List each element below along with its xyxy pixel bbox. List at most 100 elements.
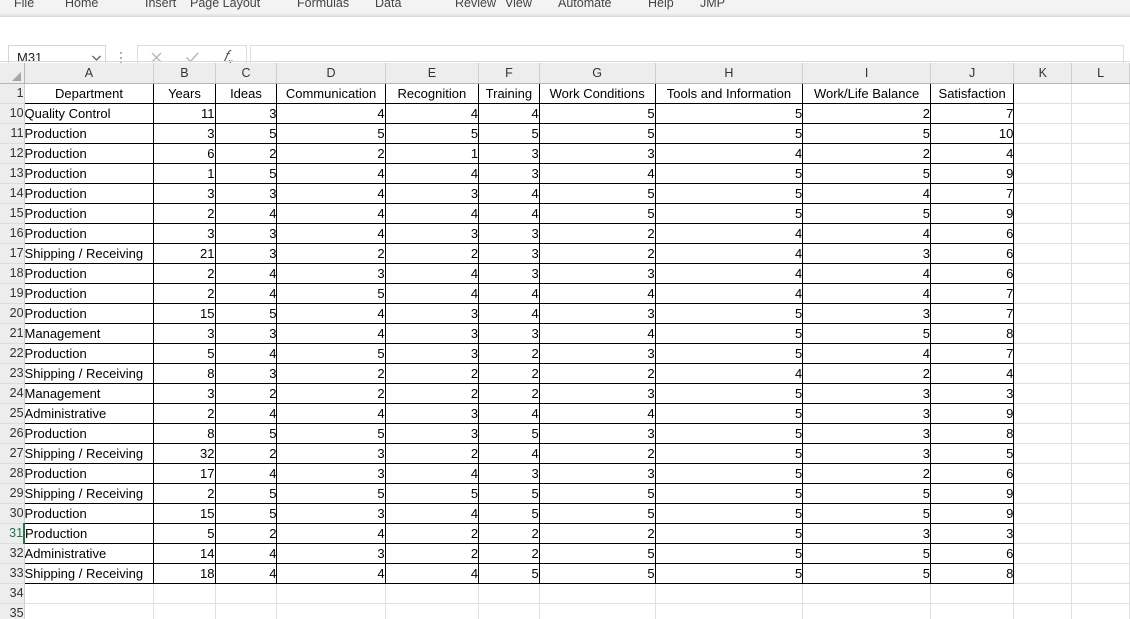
data-cell[interactable]: 2 [539,523,656,544]
data-cell[interactable]: 3 [802,443,931,464]
row-header-19[interactable]: 19 [0,283,25,304]
data-cell[interactable]: 6 [930,223,1015,244]
data-cell[interactable]: 5 [802,323,931,344]
data-cell[interactable]: 3 [153,223,216,244]
empty-cell[interactable] [1071,343,1130,364]
department-cell[interactable]: Production [23,463,155,484]
data-cell[interactable]: 4 [215,463,278,484]
data-cell[interactable]: 2 [215,523,278,544]
select-all-corner[interactable] [0,63,25,84]
data-cell[interactable]: 5 [655,383,804,404]
empty-cell[interactable] [276,583,386,604]
empty-cell[interactable] [478,603,540,619]
data-cell[interactable]: 4 [655,283,804,304]
row-header-11[interactable]: 11 [0,123,25,144]
data-cell[interactable]: 8 [153,363,216,384]
department-cell[interactable]: Management [23,383,155,404]
data-cell[interactable]: 3 [539,143,656,164]
data-cell[interactable]: 4 [539,283,656,304]
ribbon-tab-file[interactable]: File [14,0,34,14]
row-header-14[interactable]: 14 [0,183,25,204]
header-cell[interactable]: Training [478,82,540,104]
empty-cell[interactable] [1071,323,1130,344]
data-cell[interactable]: 5 [478,123,540,144]
data-cell[interactable]: 6 [930,463,1015,484]
data-cell[interactable]: 4 [215,343,278,364]
data-cell[interactable]: 5 [478,563,540,584]
row-header-28[interactable]: 28 [0,463,25,484]
row-header-31[interactable]: 31 [0,523,26,544]
data-cell[interactable]: 7 [930,303,1015,324]
empty-cell[interactable] [1013,383,1073,404]
data-cell[interactable]: 5 [655,203,804,224]
column-header-B[interactable]: B [153,63,216,84]
data-cell[interactable]: 3 [153,183,216,204]
data-cell[interactable]: 9 [930,403,1015,424]
row-header-24[interactable]: 24 [0,383,25,404]
empty-cell[interactable] [930,603,1015,619]
data-cell[interactable]: 5 [215,123,278,144]
data-cell[interactable]: 3 [215,103,278,124]
ribbon-tab-home[interactable]: Home [65,0,98,14]
empty-cell[interactable] [1071,483,1130,504]
data-cell[interactable]: 1 [153,163,216,184]
data-cell[interactable]: 4 [385,463,480,484]
data-cell[interactable]: 4 [215,543,278,564]
column-header-G[interactable]: G [539,63,656,84]
data-cell[interactable]: 5 [276,123,386,144]
ribbon-tab-automate[interactable]: Automate [558,0,612,14]
data-cell[interactable]: 4 [539,323,656,344]
data-cell[interactable]: 5 [655,323,804,344]
data-cell[interactable]: 5 [655,443,804,464]
data-cell[interactable]: 3 [385,343,480,364]
data-cell[interactable]: 2 [539,243,656,264]
row-header-26[interactable]: 26 [0,423,25,444]
data-cell[interactable]: 6 [930,263,1015,284]
data-cell[interactable]: 2 [539,223,656,244]
data-cell[interactable]: 3 [153,383,216,404]
column-header-H[interactable]: H [655,63,804,84]
data-cell[interactable]: 1 [385,143,480,164]
empty-cell[interactable] [1013,523,1073,544]
data-cell[interactable]: 2 [802,363,931,384]
data-cell[interactable]: 7 [930,283,1015,304]
data-cell[interactable]: 5 [655,503,804,524]
data-cell[interactable]: 5 [215,163,278,184]
data-cell[interactable]: 3 [385,323,480,344]
data-cell[interactable]: 4 [276,203,386,224]
row-header-12[interactable]: 12 [0,143,25,164]
data-cell[interactable]: 5 [655,343,804,364]
data-cell[interactable]: 4 [385,283,480,304]
empty-cell[interactable] [1071,583,1130,604]
data-cell[interactable]: 5 [655,523,804,544]
data-cell[interactable]: 3 [802,423,931,444]
data-cell[interactable]: 4 [276,563,386,584]
empty-cell[interactable] [1071,283,1130,304]
row-header-25[interactable]: 25 [0,403,25,424]
data-cell[interactable]: 2 [385,383,480,404]
data-cell[interactable]: 3 [478,163,540,184]
data-cell[interactable]: 5 [930,443,1015,464]
data-cell[interactable]: 4 [215,203,278,224]
empty-cell[interactable] [1013,503,1073,524]
data-cell[interactable]: 3 [478,143,540,164]
empty-cell[interactable] [1013,323,1073,344]
data-cell[interactable]: 4 [385,163,480,184]
department-cell[interactable]: Production [23,503,155,524]
department-cell[interactable]: Shipping / Receiving [23,483,155,504]
data-cell[interactable]: 9 [930,483,1015,504]
data-cell[interactable]: 4 [385,503,480,524]
column-header-I[interactable]: I [802,63,931,84]
empty-cell[interactable] [1013,363,1073,384]
empty-cell[interactable] [23,603,155,619]
data-cell[interactable]: 9 [930,503,1015,524]
data-cell[interactable]: 4 [802,183,931,204]
ribbon-tab-review[interactable]: Review [455,0,496,14]
data-cell[interactable]: 3 [153,123,216,144]
data-cell[interactable]: 3 [276,263,386,284]
data-cell[interactable]: 3 [276,543,386,564]
empty-cell[interactable] [215,583,278,604]
empty-cell[interactable] [153,603,216,619]
empty-cell[interactable] [1071,463,1130,484]
department-cell[interactable]: Shipping / Receiving [23,363,155,384]
